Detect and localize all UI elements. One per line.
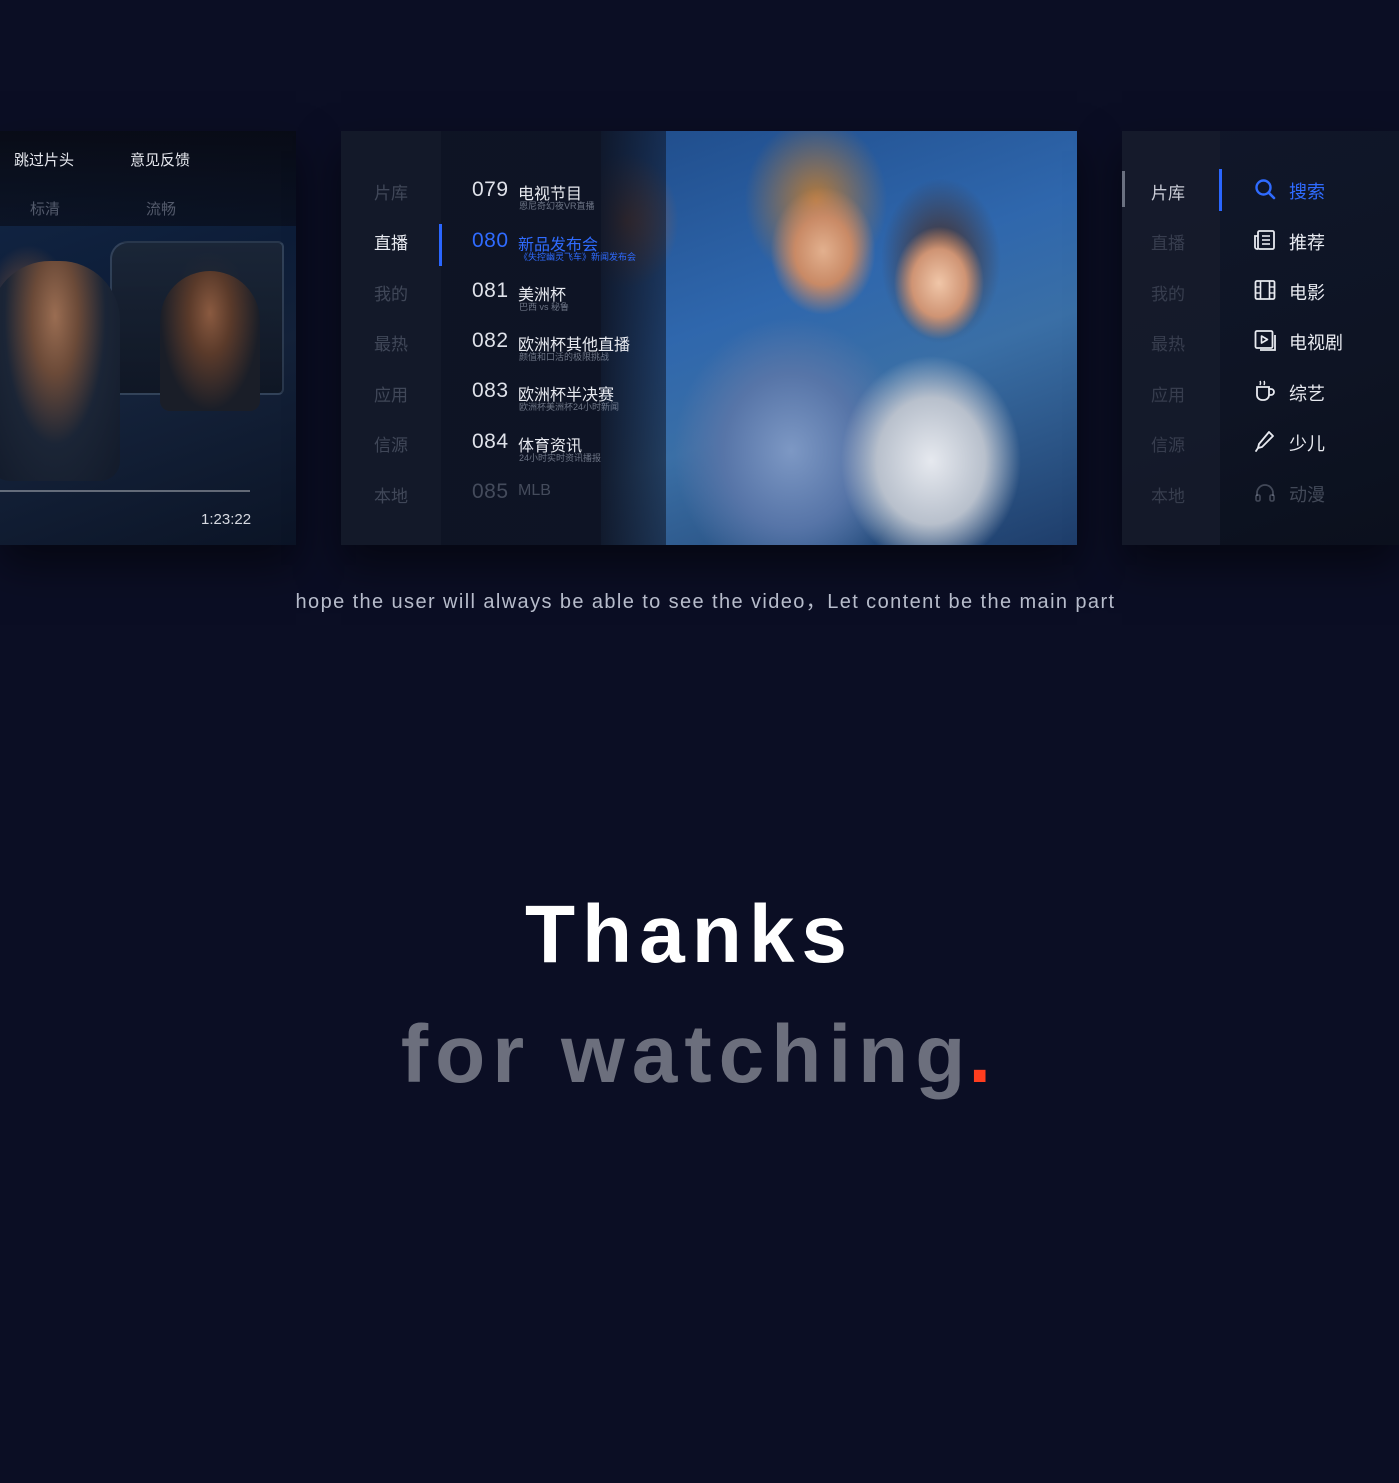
news-icon [1254,230,1275,250]
category-mine[interactable]: 我的 [1151,280,1185,305]
live-channel-panel: 片库 直播 我的 最热 应用 信源 本地 079 电视节目 恩尼奇幻夜VR直播 … [341,131,1077,545]
category-column-edge [1122,171,1125,207]
nav-label: 少儿 [1289,434,1325,454]
nav-label: 综艺 [1289,384,1325,404]
channel-name: MLB [518,482,551,499]
thanks-line: Thanks [524,889,855,980]
quality-smooth-option[interactable]: 流畅 [146,198,176,219]
category-mine[interactable]: 我的 [374,280,408,305]
active-category-indicator [1219,169,1222,211]
nav-label: 动漫 [1289,485,1325,505]
playback-time: 1:23:22 [201,511,252,528]
cup-icon [1256,380,1275,401]
category-sources[interactable]: 信源 [1151,431,1185,456]
watching-heading: for watching. [0,1008,1399,1102]
nav-label: 推荐 [1289,233,1325,253]
channel-number: 084 [472,430,509,453]
category-local[interactable]: 本地 [1151,482,1185,507]
library-nav-panel: 片库 直播 我的 最热 应用 信源 本地 搜索 推荐 电影 电视剧 综艺 少儿 … [1122,131,1399,545]
category-apps[interactable]: 应用 [1151,381,1185,406]
category-hot[interactable]: 最热 [1151,330,1185,355]
live-video-background [601,131,1077,545]
category-local[interactable]: 本地 [374,482,408,507]
category-live[interactable]: 直播 [1151,229,1185,254]
design-caption: hope the user will always be able to see… [295,591,1116,613]
feedback-button[interactable]: 意见反馈 [130,149,190,170]
channel-number: 081 [472,279,509,302]
watching-line: for watching [400,1009,973,1100]
tv-play-icon [1254,330,1276,351]
channel-number: 082 [472,329,509,352]
player-menu-bar: 跳过片头 意见反馈 标清 流畅 [0,131,296,226]
channel-number: 079 [472,178,509,201]
progress-bar[interactable] [0,490,250,492]
pencil-icon [1255,431,1274,452]
quality-sd-option[interactable]: 标清 [30,198,60,219]
category-apps[interactable]: 应用 [374,381,408,406]
nav-label: 电影 [1289,283,1325,303]
player-settings-panel: 跳过片头 意见反馈 标清 流畅 1:23:22 [0,131,296,545]
channel-subtitle: 24小时实时资讯播报 [519,453,602,463]
category-library[interactable]: 片库 [1151,179,1185,204]
channel-subtitle: 《失控幽灵飞车》新闻发布会 [519,252,637,262]
channel-number: 085 [472,480,509,503]
channel-subtitle: 颜值和口活的极限挑战 [519,352,610,362]
accent-dot: . [968,1009,999,1100]
person-image [0,261,120,481]
person-image [160,271,260,411]
headphones-icon [1255,484,1275,502]
channel-number: 080 [472,229,509,252]
active-category-indicator [439,224,442,266]
channel-subtitle: 巴西 vs 秘鲁 [519,302,570,312]
category-sources[interactable]: 信源 [374,431,408,456]
channel-number: 083 [472,379,509,402]
skip-intro-button[interactable]: 跳过片头 [14,149,74,170]
channel-subtitle: 恩尼奇幻夜VR直播 [519,201,595,211]
category-hot[interactable]: 最热 [374,330,408,355]
search-icon [1255,179,1276,200]
thanks-heading: Thanks [0,888,1399,982]
channel-subtitle: 欧洲杯美洲杯24小时新闻 [519,402,620,412]
category-library[interactable]: 片库 [374,179,408,204]
nav-label: 电视剧 [1289,333,1343,353]
film-icon [1254,280,1276,300]
nav-label: 搜索 [1289,182,1325,202]
category-live[interactable]: 直播 [374,229,408,254]
